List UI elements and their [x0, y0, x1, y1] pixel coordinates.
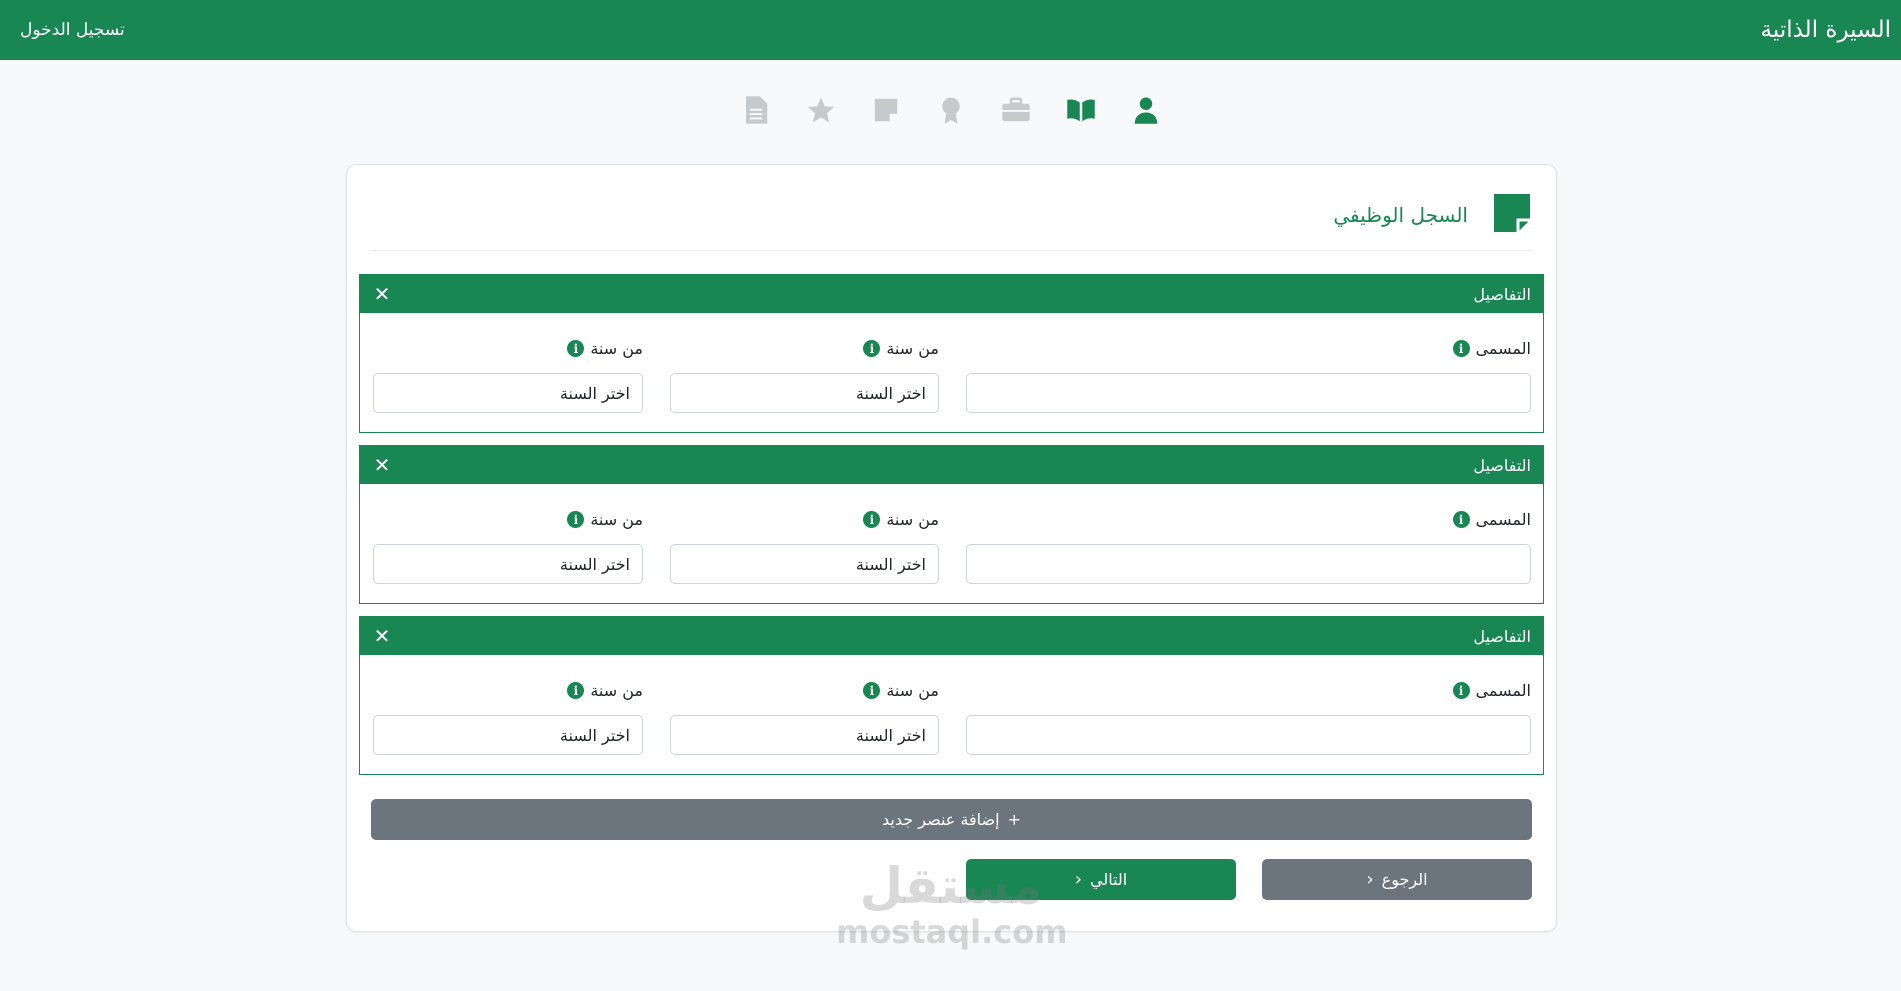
back-button[interactable]: الرجوع ‹	[1262, 859, 1532, 900]
chevron-left-icon: ‹	[1366, 869, 1374, 890]
sticky-note-icon[interactable]	[868, 93, 903, 128]
next-button[interactable]: التالي ‹	[966, 859, 1236, 900]
title-label: المسمى i	[1452, 510, 1531, 529]
close-icon[interactable]: ✕	[372, 284, 392, 304]
sticky-note-icon	[1492, 191, 1532, 233]
title-label: المسمى i	[1452, 339, 1531, 358]
close-icon[interactable]: ✕	[372, 626, 392, 646]
entry-header: التفاصيل ✕	[360, 617, 1543, 655]
to-year-label: من سنة i	[567, 339, 643, 358]
detail-entry: التفاصيل ✕ المسمىi من سنةi من سنةi	[359, 616, 1544, 775]
add-item-button[interactable]: + إضافة عنصر جديد	[371, 799, 1532, 840]
info-icon[interactable]: i	[863, 340, 881, 357]
book-icon[interactable]	[1063, 93, 1098, 128]
from-year-select[interactable]	[670, 373, 939, 413]
detail-entry: التفاصيل ✕ المسمىi من سنةi من سنةi	[359, 445, 1544, 604]
job-title-input[interactable]	[966, 373, 1531, 413]
login-link[interactable]: تسجيل الدخول	[20, 20, 125, 40]
info-icon[interactable]: i	[567, 340, 585, 357]
brand-title[interactable]: السيرة الذاتية	[1761, 17, 1891, 43]
form-card: السجل الوظيفي التفاصيل ✕ المسمى i من سنة i…	[346, 164, 1557, 932]
to-year-select[interactable]	[373, 715, 643, 755]
profile-icon[interactable]	[1128, 93, 1163, 128]
info-icon[interactable]: i	[863, 511, 881, 528]
top-navbar: السيرة الذاتية تسجيل الدخول	[0, 0, 1901, 60]
entry-header: التفاصيل ✕	[360, 446, 1543, 484]
section-header: السجل الوظيفي	[371, 191, 1532, 251]
info-icon[interactable]: i	[1452, 511, 1470, 528]
info-icon[interactable]: i	[567, 682, 585, 699]
star-icon[interactable]	[803, 93, 838, 128]
back-label: الرجوع	[1381, 870, 1428, 889]
entry-title: التفاصيل	[1473, 455, 1531, 475]
title-label: المسمى i	[1452, 681, 1531, 700]
from-year-select[interactable]	[670, 715, 939, 755]
entry-title: التفاصيل	[1473, 626, 1531, 646]
info-icon[interactable]: i	[1452, 340, 1470, 357]
briefcase-icon[interactable]	[998, 93, 1033, 128]
entry-title: التفاصيل	[1473, 284, 1531, 304]
entry-header: التفاصيل ✕	[360, 275, 1543, 313]
info-icon[interactable]: i	[863, 682, 881, 699]
to-year-select[interactable]	[373, 544, 643, 584]
chevron-left-icon: ‹	[1074, 869, 1082, 890]
from-year-label: من سنة i	[863, 510, 939, 529]
from-year-label: من سنة i	[863, 339, 939, 358]
close-icon[interactable]: ✕	[372, 455, 392, 475]
step-indicator	[0, 90, 1901, 130]
from-year-select[interactable]	[670, 544, 939, 584]
document-icon[interactable]	[738, 93, 773, 128]
to-year-select[interactable]	[373, 373, 643, 413]
from-year-label: من سنة i	[863, 681, 939, 700]
award-icon[interactable]	[933, 93, 968, 128]
job-title-input[interactable]	[966, 715, 1531, 755]
to-year-label: من سنة i	[567, 510, 643, 529]
section-title: السجل الوظيفي	[1333, 203, 1468, 227]
job-title-input[interactable]	[966, 544, 1531, 584]
info-icon[interactable]: i	[1452, 682, 1470, 699]
detail-entry: التفاصيل ✕ المسمىi من سنةi من سنةi	[359, 274, 1544, 433]
plus-icon: +	[1007, 810, 1021, 829]
add-item-label: إضافة عنصر جديد	[882, 810, 1000, 829]
next-label: التالي	[1089, 870, 1128, 889]
info-icon[interactable]: i	[567, 511, 585, 528]
to-year-label: من سنة i	[567, 681, 643, 700]
